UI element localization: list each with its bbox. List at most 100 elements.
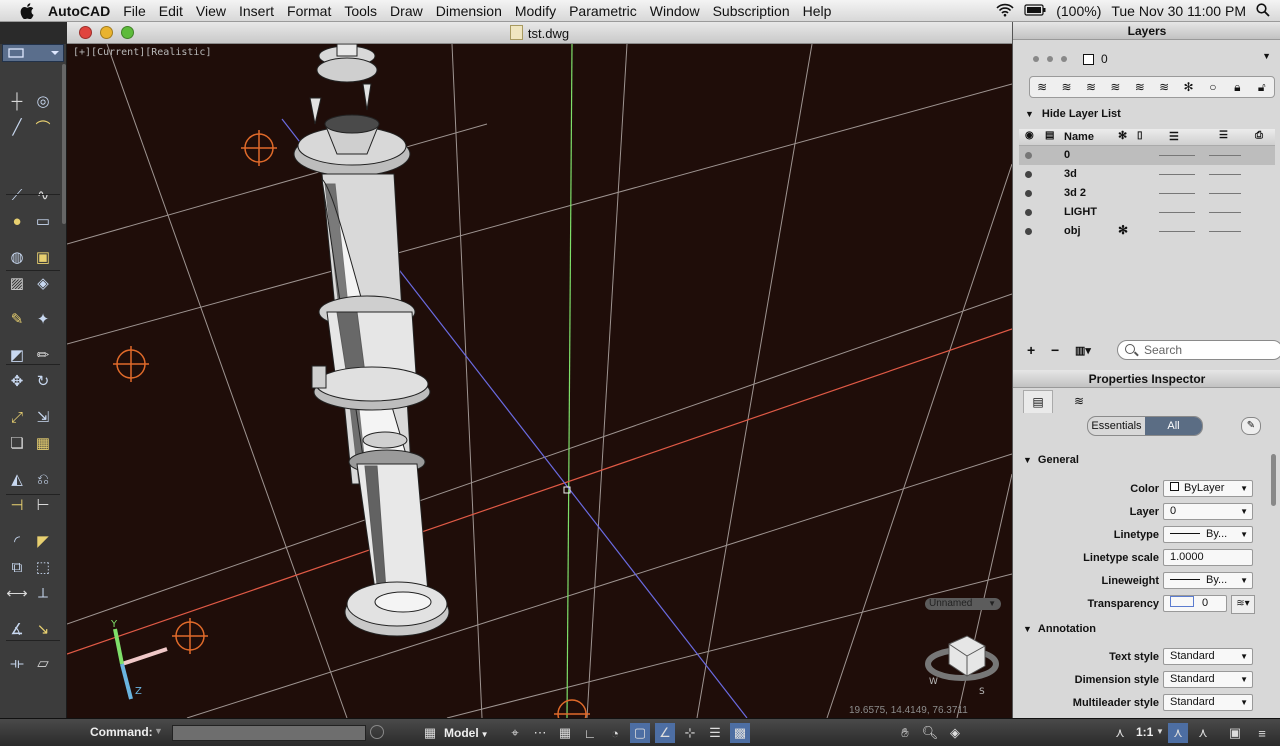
current-layer-dropdown[interactable]: 0 ▼ [1027,50,1273,68]
delete-layer-button[interactable]: − [1051,342,1059,358]
linetype-dropdown[interactable]: By... ▼ [1163,526,1253,543]
model-tab[interactable]: Model ▼ [444,723,494,743]
general-section[interactable]: ▼ General [1023,454,1079,466]
quick-select-icon[interactable]: ✎ [1241,417,1261,435]
chamfer-tool-icon[interactable]: ◤ [32,530,54,552]
arc-tool-icon[interactable]: ⌒ [32,116,54,138]
rectangle-icon[interactable]: ▭ [32,210,54,232]
essentials-tab[interactable]: Essentials [1088,417,1145,435]
auto-scale-icon[interactable]: ⋏ [1193,723,1213,743]
annotation-scale-value[interactable]: 1:1 [1136,725,1153,739]
transparency-slider[interactable] [1170,596,1194,607]
annotation-scale-icon[interactable]: ⋏ [1110,723,1130,743]
multileader-style-dropdown[interactable]: Standard ▼ [1163,694,1253,711]
snap-mode-icon[interactable]: ⌖ [505,723,525,743]
zoom-icon[interactable]: 🔍︎ [920,723,940,743]
transparency-input[interactable]: 0 [1163,595,1227,612]
selection-mode-dropdown[interactable] [2,44,64,62]
layer-lineweight[interactable] [1209,155,1241,156]
name-column-header[interactable]: Name [1064,131,1094,143]
layer-linetype[interactable] [1159,212,1195,213]
layer-lock-tool-icon[interactable]: 🔒︎ [1229,79,1245,95]
dim-linear-icon[interactable]: ⟷ [6,582,28,604]
offset-tool-icon[interactable]: ⎌ [32,468,54,490]
lineweight-dropdown[interactable]: By... ▼ [1163,572,1253,589]
layer-off-icon[interactable]: ≋ [1156,79,1172,95]
layer-lineweight[interactable] [1209,231,1241,232]
extend-tool-icon[interactable]: ⊢ [32,494,54,516]
menu-format[interactable]: Format [287,3,342,19]
linetype-scale-input[interactable]: 1.0000 [1163,549,1253,566]
layer-unisolate-icon[interactable]: ≋ [1132,79,1148,95]
sphere-icon[interactable]: ● [6,210,28,232]
lock-column-icon[interactable]: ▯ [1137,130,1143,141]
command-input[interactable] [172,725,366,741]
pan-hand-icon[interactable]: ✋︎ [895,723,915,743]
lineweight-toggle-icon[interactable]: ☰ [705,723,725,743]
lineweight-column-icon[interactable]: ☰ [1219,130,1228,141]
layer-freeze-tool-icon[interactable]: ✻ [1181,79,1197,95]
layer-lineweight[interactable] [1209,212,1241,213]
freeze-column-icon[interactable]: ✻ [1118,129,1127,142]
spotlight-icon[interactable] [1256,2,1270,20]
layer-on-icon[interactable] [1025,171,1032,178]
layer-row[interactable]: obj ✻ [1019,222,1275,241]
layer-search-input[interactable]: Search [1117,340,1280,360]
transparency-toggle-icon[interactable]: ▩ [730,723,750,743]
properties-scrollbar[interactable] [1271,454,1276,506]
command-history-dropdown-icon[interactable]: ▼ [154,726,163,736]
named-view-dropdown[interactable]: Unnamed ▼ [925,598,1001,610]
layer-on-icon[interactable] [1025,152,1032,159]
menu-modify[interactable]: Modify [515,3,567,19]
plot-column-icon[interactable]: ▤ [1045,130,1054,141]
menu-help[interactable]: Help [803,3,843,19]
layer-match-icon[interactable]: ≋ [1059,79,1075,95]
mirror-tool-icon[interactable]: ◭ [6,468,28,490]
dim-aligned-icon[interactable]: ⟂ [32,582,54,604]
dimension-style-dropdown[interactable]: Standard ▼ [1163,671,1253,688]
layer-on-icon[interactable] [1025,209,1032,216]
layer-unlock-tool-icon[interactable]: 🔓︎ [1254,79,1270,95]
object-snap-tracking-icon[interactable]: ∠ [655,723,675,743]
layer-row[interactable]: LIGHT [1019,203,1275,222]
grid-snap-icon[interactable]: ▦ [555,723,575,743]
revolve-icon[interactable]: ◍ [6,246,28,268]
line-tool-icon[interactable]: ╱ [6,116,28,138]
annotation-section[interactable]: ▼ Annotation [1023,623,1096,635]
stretch-tool-icon[interactable]: ⇲ [32,406,54,428]
extrude-icon[interactable]: ◩ [6,344,28,366]
layer-row[interactable]: 3d [1019,165,1275,184]
cube-frame-icon[interactable]: ▣ [32,246,54,268]
insert-block-icon[interactable]: ⧉ [6,556,28,578]
layer-dropdown[interactable]: 0 ▼ [1163,503,1253,520]
layer-on-icon[interactable] [1025,228,1032,235]
match-props-icon[interactable]: ✦ [32,308,54,330]
trim-tool-icon[interactable]: ⊣ [6,494,28,516]
dim-angular-icon[interactable]: ∡ [6,618,28,640]
polar-tracking-icon[interactable]: ◔ [605,723,625,743]
block-icon[interactable]: ◈ [32,272,54,294]
column-options-button[interactable]: ▥▾ [1075,344,1091,357]
layouts-grid-icon[interactable]: ▦ [420,723,440,743]
grid-display-icon[interactable]: ⋯ [530,723,550,743]
menu-dimension[interactable]: Dimension [436,3,513,19]
spline-icon[interactable]: ∿ [32,184,54,206]
3d-mesh-icon[interactable]: ◎ [32,90,54,112]
layer-lineweight[interactable] [1209,193,1241,194]
menu-window[interactable]: Window [650,3,711,19]
menu-insert[interactable]: Insert [239,3,285,19]
move-brush-icon[interactable]: ✎ [6,308,28,330]
layer-row[interactable]: 3d 2 [1019,184,1275,203]
linetype-column-icon[interactable]: ☰ [1169,130,1179,143]
menu-view[interactable]: View [196,3,237,19]
layer-linetype[interactable] [1159,174,1195,175]
dynamic-ucs-icon[interactable]: ⊹ [680,723,700,743]
line-point-icon[interactable]: ┼ [6,90,28,112]
menu-draw[interactable]: Draw [390,3,434,19]
distance-icon[interactable]: ⟛ [6,652,28,674]
layer-linetype[interactable] [1159,231,1195,232]
scale-tool-icon[interactable]: ⤢ [6,406,28,428]
menubar-clock[interactable]: Tue Nov 30 11:00 PM [1111,3,1246,19]
menu-edit[interactable]: Edit [159,3,194,19]
printer-icon[interactable]: ⎙ [1255,130,1263,141]
